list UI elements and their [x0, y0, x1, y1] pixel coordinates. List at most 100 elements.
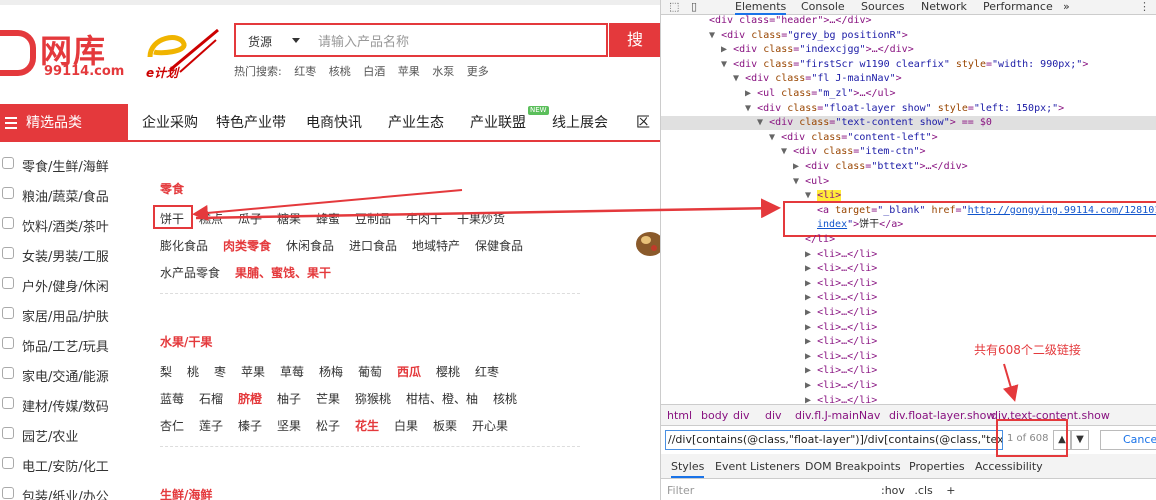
sidebar-item[interactable]: 家电/交通/能源 — [0, 360, 128, 390]
expand-toggle-icon[interactable]: ▶ — [793, 161, 799, 172]
keyword-link[interactable]: 白果 — [394, 417, 418, 434]
keyword-link[interactable]: 葡萄 — [358, 363, 382, 380]
keyword-link[interactable]: 苹果 — [241, 363, 265, 380]
keyword-link[interactable]: 干果炒货 — [457, 210, 505, 227]
expand-toggle-icon[interactable]: ▶ — [805, 307, 811, 318]
dom-node[interactable]: ▶ <div class="indexcjgg">…</div> — [721, 43, 914, 58]
breadcrumb-item[interactable]: html — [667, 409, 692, 422]
sidebar-item[interactable]: 户外/健身/休闲 — [0, 270, 128, 300]
keyword-link[interactable]: 糖果 — [277, 210, 301, 227]
expand-toggle-icon[interactable]: ▶ — [745, 88, 751, 99]
add-rule-button[interactable]: + — [946, 484, 955, 497]
tab-dom-breakpoints[interactable]: DOM Breakpoints — [805, 460, 901, 473]
expand-toggle-icon[interactable]: ▼ — [733, 73, 739, 84]
keyword-link[interactable]: 瓜子 — [238, 210, 262, 227]
keyword-link[interactable]: 杨梅 — [319, 363, 343, 380]
keyword-link[interactable]: 开心果 — [472, 417, 508, 434]
dom-node[interactable]: <div class="header">…</div> — [709, 14, 872, 29]
search-input[interactable] — [316, 30, 600, 54]
expand-toggle-icon[interactable]: ▼ — [781, 146, 787, 157]
breadcrumb-item[interactable]: div — [733, 409, 750, 422]
tab-properties[interactable]: Properties — [909, 460, 965, 473]
tab-network[interactable]: Network — [921, 0, 967, 13]
sidebar-item[interactable]: 建材/传媒/数码 — [0, 390, 128, 420]
category-header[interactable]: 精选品类 — [0, 104, 128, 142]
dom-node[interactable]: ▶ <li>…</li> — [805, 335, 877, 350]
search-category[interactable]: 货源 — [248, 33, 272, 50]
device-toolbar-icon[interactable]: ▯ — [691, 0, 697, 13]
xpath-input[interactable]: //div[contains(@class,"float-layer")]/di… — [665, 430, 1003, 450]
sidebar-item[interactable]: 园艺/农业 — [0, 420, 128, 450]
cancel-button[interactable]: Cancel — [1100, 430, 1156, 450]
nav-item[interactable]: 线上展会 — [552, 112, 608, 132]
keyword-link[interactable]: 西瓜 — [397, 363, 421, 380]
keyword-link[interactable]: 蜂蜜 — [316, 210, 340, 227]
sidebar-item[interactable]: 女装/男装/工服 — [0, 240, 128, 270]
breadcrumb-item[interactable]: div.float-layer.show — [889, 409, 995, 422]
breadcrumb-item[interactable]: body — [701, 409, 728, 422]
keyword-link[interactable]: 桃 — [187, 363, 199, 380]
keyword-link[interactable]: 松子 — [316, 417, 340, 434]
filter-input[interactable]: Filter — [667, 484, 694, 497]
expand-toggle-icon[interactable]: ▶ — [805, 351, 811, 362]
expand-toggle-icon[interactable]: ▶ — [805, 278, 811, 289]
keyword-link[interactable]: 樱桃 — [436, 363, 460, 380]
keyword-link[interactable]: 脐橙 — [238, 390, 262, 407]
breadcrumb-item[interactable]: div — [765, 409, 782, 422]
keyword-link[interactable]: 猕猴桃 — [355, 390, 391, 407]
more-options-icon[interactable]: ⋮ — [1139, 0, 1150, 13]
cls-toggle[interactable]: .cls — [914, 484, 932, 497]
keyword-link[interactable]: 枣 — [214, 363, 226, 380]
search-button[interactable]: 搜 — [609, 23, 660, 57]
keyword-link[interactable]: 草莓 — [280, 363, 304, 380]
dom-node[interactable]: ▼ <div class="item-ctn"> — [781, 145, 926, 160]
keyword-link[interactable]: 豆制品 — [355, 210, 391, 227]
tab-console[interactable]: Console — [801, 0, 845, 13]
dom-node[interactable]: ▼ <div class="content-left"> — [769, 131, 938, 146]
dom-node[interactable]: ▼ <div class="fl J-mainNav"> — [733, 72, 902, 87]
tab-styles[interactable]: Styles — [671, 460, 705, 478]
dom-node[interactable]: ▶ <li>…</li> — [805, 350, 877, 365]
keyword-link[interactable]: 杏仁 — [160, 417, 184, 434]
keyword-link[interactable]: 石榴 — [199, 390, 223, 407]
keyword-link[interactable]: 柑桔、橙、柚 — [406, 390, 478, 407]
sidebar-item[interactable]: 电工/安防/化工 — [0, 450, 128, 480]
dom-node[interactable]: ▼ <div class="text-content show"> == $0 — [757, 116, 992, 131]
keyword-link[interactable]: 果脯、蜜饯、果干 — [235, 264, 331, 281]
sidebar-item[interactable]: 饰品/工艺/玩具 — [0, 330, 128, 360]
expand-toggle-icon[interactable]: ▶ — [805, 336, 811, 347]
expand-toggle-icon[interactable]: ▶ — [805, 249, 811, 260]
keyword-link[interactable]: 肉类零食 — [223, 237, 271, 254]
nav-item[interactable]: 产业生态 — [388, 112, 444, 132]
inspect-icon[interactable]: ⬚ — [669, 0, 679, 13]
sidebar-item[interactable]: 包装/纸业/办公 — [0, 480, 128, 500]
nav-item[interactable]: 区 — [636, 112, 650, 132]
expand-toggle-icon[interactable]: ▼ — [793, 176, 799, 187]
keyword-link[interactable]: 地域特产 — [412, 237, 460, 254]
expand-toggle-icon[interactable]: ▼ — [709, 30, 715, 41]
keyword-link[interactable]: 进口食品 — [349, 237, 397, 254]
chevron-down-icon[interactable] — [292, 38, 300, 43]
keyword-link[interactable]: 糕点 — [199, 210, 223, 227]
hot-search-item[interactable]: 更多 — [467, 65, 489, 78]
dom-node[interactable]: ▶ <li>…</li> — [805, 306, 877, 321]
dom-node[interactable]: ▶ <ul class="m_zl">…</ul> — [745, 87, 896, 102]
keyword-link[interactable]: 莲子 — [199, 417, 223, 434]
dom-node[interactable]: ▼ <div class="grey_bg positionR"> — [709, 29, 908, 44]
keyword-link[interactable]: 板栗 — [433, 417, 457, 434]
keyword-link[interactable]: 膨化食品 — [160, 237, 208, 254]
expand-toggle-icon[interactable]: ▶ — [805, 292, 811, 303]
expand-toggle-icon[interactable]: ▼ — [721, 59, 727, 70]
expand-toggle-icon[interactable]: ▶ — [805, 263, 811, 274]
dom-node[interactable]: ▼ <ul> — [793, 175, 829, 190]
keyword-link[interactable]: 保健食品 — [475, 237, 523, 254]
keyword-link[interactable]: 柚子 — [277, 390, 301, 407]
hot-search-item[interactable]: 水泵 — [432, 65, 454, 78]
keyword-link[interactable]: 蓝莓 — [160, 390, 184, 407]
nav-item[interactable]: 企业采购 — [142, 112, 198, 132]
next-match-button[interactable]: ▼ — [1071, 430, 1089, 450]
keyword-link[interactable]: 休闲食品 — [286, 237, 334, 254]
hot-search-item[interactable]: 白酒 — [363, 65, 385, 78]
expand-toggle-icon[interactable]: ▶ — [805, 380, 811, 391]
keyword-link[interactable]: 红枣 — [475, 363, 499, 380]
